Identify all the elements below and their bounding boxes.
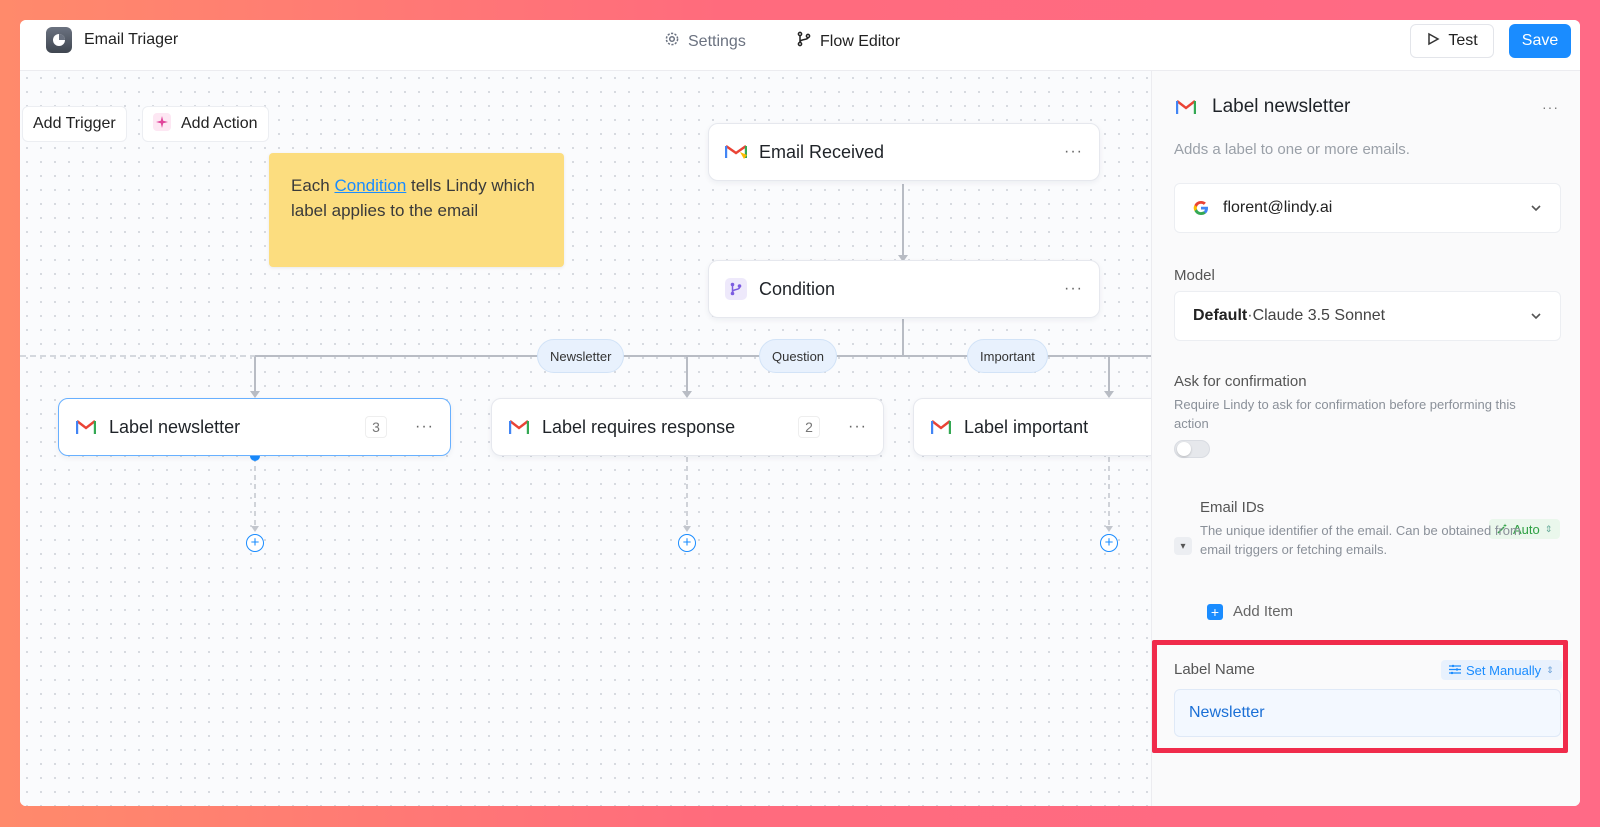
tab-settings-label: Settings xyxy=(688,32,746,50)
chevron-down-icon[interactable]: ▾ xyxy=(1174,537,1192,555)
add-action-button[interactable]: Add Action xyxy=(142,106,269,142)
node-label: Condition xyxy=(759,278,836,299)
model-default: Default xyxy=(1193,307,1248,324)
account-select[interactable]: florent@lindy.ai xyxy=(1174,183,1561,233)
add-trigger-button[interactable]: Add Trigger xyxy=(22,106,127,142)
label-name-mode: Set Manually xyxy=(1466,662,1542,678)
sticky-note[interactable]: Each Condition tells Lindy which label a… xyxy=(269,153,564,267)
note-condition-link[interactable]: Condition xyxy=(334,176,406,195)
condition-icon xyxy=(725,278,747,300)
add-item-button[interactable]: + Add Item xyxy=(1207,603,1293,620)
gmail-icon xyxy=(725,141,747,163)
test-button-label: Test xyxy=(1448,32,1478,49)
node-label: Label important xyxy=(964,416,1089,437)
add-step-plus-icon[interactable]: + xyxy=(1100,534,1118,552)
more-options-icon[interactable]: ··· xyxy=(1064,280,1083,298)
add-item-label: Add Item xyxy=(1233,603,1294,620)
node-count-badge: 2 xyxy=(798,416,821,438)
node-label: Label newsletter xyxy=(109,416,241,437)
branch-newsletter[interactable]: Newsletter xyxy=(537,339,625,373)
flow-canvas[interactable]: Add Trigger Add Action Each Condition te… xyxy=(20,71,1151,806)
gear-icon xyxy=(664,31,680,52)
app-logo-icon xyxy=(46,27,72,53)
node-label-important[interactable]: Label important xyxy=(913,398,1151,456)
gmail-icon xyxy=(508,416,530,438)
node-count-badge: 3 xyxy=(365,416,388,438)
node-email-received[interactable]: Email Received ··· xyxy=(708,123,1100,181)
confirm-toggle[interactable] xyxy=(1174,440,1210,458)
test-button[interactable]: Test xyxy=(1410,24,1494,58)
panel-title: Label newsletter xyxy=(1212,96,1351,117)
plus-icon: + xyxy=(1207,603,1223,620)
gmail-icon xyxy=(1175,99,1197,120)
tab-settings[interactable]: Settings xyxy=(664,31,746,52)
properties-panel: Label newsletter ··· Adds a label to one… xyxy=(1151,71,1580,806)
add-action-label: Add Action xyxy=(181,115,258,132)
confirm-help: Require Lindy to ask for confirmation be… xyxy=(1174,397,1516,431)
node-condition[interactable]: Condition ··· xyxy=(708,260,1100,318)
updown-icon: ⇕ xyxy=(1546,664,1554,675)
save-button[interactable]: Save xyxy=(1509,24,1571,58)
model-label: Model xyxy=(1174,267,1215,284)
more-options-icon[interactable]: ··· xyxy=(415,418,434,436)
gmail-icon xyxy=(75,416,97,438)
label-name-label: Label Name xyxy=(1174,661,1255,678)
panel-description: Adds a label to one or more emails. xyxy=(1174,141,1410,158)
top-bar: Email Triager Settings Flow Editor Test … xyxy=(20,20,1580,71)
app-window: Email Triager Settings Flow Editor Test … xyxy=(20,20,1580,806)
label-name-value: Newsletter xyxy=(1189,704,1265,721)
more-options-icon[interactable]: ··· xyxy=(1064,143,1083,161)
email-ids-help: The unique identifier of the email. Can … xyxy=(1200,523,1521,557)
chevron-down-icon xyxy=(1530,201,1542,215)
branch-icon xyxy=(796,31,812,52)
add-trigger-label: Add Trigger xyxy=(33,115,116,132)
more-options-icon[interactable]: ··· xyxy=(1542,99,1559,115)
play-icon xyxy=(1426,32,1440,51)
label-name-mode-select[interactable]: Set Manually ⇕ xyxy=(1441,660,1562,680)
label-name-input[interactable]: Newsletter xyxy=(1174,689,1561,737)
google-icon xyxy=(1193,200,1209,216)
model-select[interactable]: Default · Claude 3.5 Sonnet xyxy=(1174,291,1561,341)
node-label-newsletter[interactable]: Label newsletter 3 ··· xyxy=(58,398,451,456)
node-label: Label requires response xyxy=(542,416,736,437)
branch-important[interactable]: Important xyxy=(967,339,1048,373)
add-step-plus-icon[interactable]: + xyxy=(678,534,696,552)
email-ids-label: Email IDs xyxy=(1200,499,1265,516)
tab-flow-editor-label: Flow Editor xyxy=(820,32,901,50)
gmail-icon xyxy=(930,416,952,438)
note-text-before: Each xyxy=(291,176,335,195)
model-name: Claude 3.5 Sonnet xyxy=(1252,307,1386,324)
node-label-requires-response[interactable]: Label requires response 2 ··· xyxy=(491,398,884,456)
account-value: florent@lindy.ai xyxy=(1223,199,1333,216)
branch-question[interactable]: Question xyxy=(759,339,838,373)
more-options-icon[interactable]: ··· xyxy=(848,418,867,436)
sparkle-icon xyxy=(153,112,171,136)
app-title: Email Triager xyxy=(84,31,179,48)
tab-flow-editor[interactable]: Flow Editor xyxy=(796,31,900,52)
add-step-plus-icon[interactable]: + xyxy=(246,534,264,552)
chevron-down-icon xyxy=(1530,309,1542,323)
node-label: Email Received xyxy=(759,141,885,162)
sliders-icon xyxy=(1449,663,1461,678)
confirm-label: Ask for confirmation xyxy=(1174,373,1307,390)
